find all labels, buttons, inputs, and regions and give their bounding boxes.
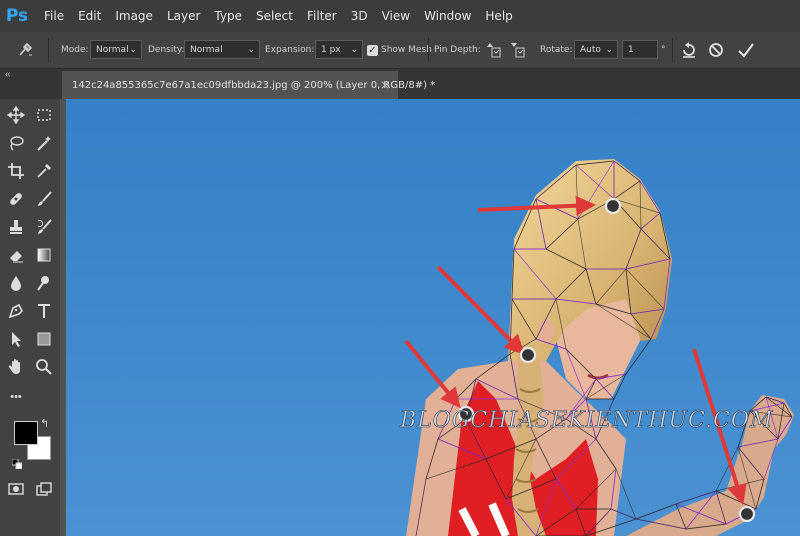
- pin-depth-label: Pin Depth:: [434, 45, 481, 55]
- pin-depth-down-icon[interactable]: [508, 32, 526, 68]
- eraser-tool-icon[interactable]: [3, 242, 29, 268]
- mode-value: Normal: [96, 45, 129, 55]
- menu-help[interactable]: Help: [485, 9, 512, 23]
- rotate-select[interactable]: Auto ⌄: [574, 40, 618, 59]
- pin-ear: [519, 346, 537, 364]
- healing-brush-tool-icon[interactable]: [3, 186, 29, 212]
- close-tab-icon[interactable]: ×: [380, 78, 390, 92]
- show-mesh-checkbox[interactable]: ✓ Show Mesh: [367, 32, 432, 68]
- pin-depth-up-icon[interactable]: [484, 32, 502, 68]
- density-value: Normal: [190, 45, 223, 55]
- clone-stamp-tool-icon[interactable]: [3, 214, 29, 240]
- mode-select[interactable]: Normal ⌄: [90, 40, 142, 59]
- history-brush-tool-icon[interactable]: [31, 214, 57, 240]
- collapse-panel-icon[interactable]: «: [5, 69, 11, 80]
- puppet-warp-icon[interactable]: [14, 32, 36, 68]
- options-bar: Mode: Normal ⌄ Density: Normal ⌄ Expansion…: [0, 32, 800, 69]
- default-colors-icon[interactable]: [11, 456, 23, 470]
- more-tools-icon[interactable]: •••: [3, 384, 29, 410]
- pin-hair: [604, 197, 622, 215]
- photoshop-logo: Ps: [5, 6, 29, 26]
- mode-label: Mode:: [61, 45, 89, 55]
- foreground-color-swatch[interactable]: [14, 421, 38, 445]
- toolbox: ••• ↰: [0, 99, 60, 536]
- menu-window[interactable]: Window: [424, 9, 471, 23]
- chevron-down-icon: ⌄: [247, 45, 255, 55]
- menu-view[interactable]: View: [382, 9, 410, 23]
- quick-mask-icon[interactable]: [3, 476, 29, 502]
- pen-tool-icon[interactable]: [3, 298, 29, 324]
- type-tool-icon[interactable]: [31, 298, 57, 324]
- menu-type[interactable]: Type: [214, 9, 242, 23]
- menu-file[interactable]: File: [44, 9, 64, 23]
- menu-bar: Ps File Edit Image Layer Type Select Fil…: [0, 0, 800, 32]
- show-mesh-label: Show Mesh: [381, 45, 432, 55]
- cancel-icon[interactable]: [707, 32, 725, 68]
- gradient-tool-icon[interactable]: [31, 242, 57, 268]
- brush-tool-icon[interactable]: [31, 186, 57, 212]
- zoom-tool-icon[interactable]: [31, 354, 57, 380]
- watermark-text: BLOGCHIASEKIENTHUC.COM: [399, 408, 773, 433]
- swap-colors-icon[interactable]: ↰: [40, 417, 49, 430]
- checkbox-checked-icon: ✓: [367, 44, 378, 56]
- expansion-select[interactable]: 1 px ⌄: [315, 40, 363, 59]
- menu-edit[interactable]: Edit: [78, 9, 101, 23]
- menu-filter[interactable]: Filter: [307, 9, 337, 23]
- chevron-down-icon: ⌄: [350, 45, 358, 55]
- eyedropper-tool-icon[interactable]: [31, 158, 57, 184]
- chevron-down-icon: ⌄: [605, 45, 613, 55]
- path-selection-tool-icon[interactable]: [3, 326, 29, 352]
- dodge-tool-icon[interactable]: [31, 270, 57, 296]
- marquee-tool-icon[interactable]: [31, 102, 57, 128]
- screen-mode-icon[interactable]: [31, 476, 57, 502]
- document-canvas[interactable]: BLOGCHIASEKIENTHUC.COM: [66, 99, 800, 536]
- expansion-label: Expansion:: [265, 45, 315, 55]
- blur-tool-icon[interactable]: [3, 270, 29, 296]
- remove-all-pins-icon[interactable]: [680, 32, 698, 68]
- density-select[interactable]: Normal ⌄: [184, 40, 260, 59]
- commit-check-icon[interactable]: [736, 32, 756, 68]
- document-tab[interactable]: 142c24a855365c7e67a1ec09dfbbda23.jpg @ 2…: [62, 71, 435, 99]
- move-tool-icon[interactable]: [3, 102, 29, 128]
- density-label: Density:: [148, 45, 185, 55]
- rotate-degrees-input[interactable]: 1: [622, 40, 658, 59]
- hand-tool-icon[interactable]: [3, 354, 29, 380]
- expansion-value: 1 px: [321, 45, 341, 55]
- rotate-value: Auto: [580, 45, 601, 55]
- crop-tool-icon[interactable]: [3, 158, 29, 184]
- menu-image[interactable]: Image: [115, 9, 153, 23]
- chevron-down-icon: ⌄: [129, 45, 137, 55]
- rotate-degrees-value: 1: [628, 45, 634, 55]
- lasso-tool-icon[interactable]: [3, 130, 29, 156]
- rectangle-tool-icon[interactable]: [31, 326, 57, 352]
- canvas-image: BLOGCHIASEKIENTHUC.COM: [66, 99, 800, 536]
- rotate-label: Rotate:: [540, 45, 573, 55]
- menu-layer[interactable]: Layer: [167, 9, 200, 23]
- pin-hand: [738, 505, 756, 523]
- degree-symbol: °: [661, 45, 666, 55]
- menu-3d[interactable]: 3D: [351, 9, 368, 23]
- menu-select[interactable]: Select: [256, 9, 293, 23]
- magic-wand-tool-icon[interactable]: [31, 130, 57, 156]
